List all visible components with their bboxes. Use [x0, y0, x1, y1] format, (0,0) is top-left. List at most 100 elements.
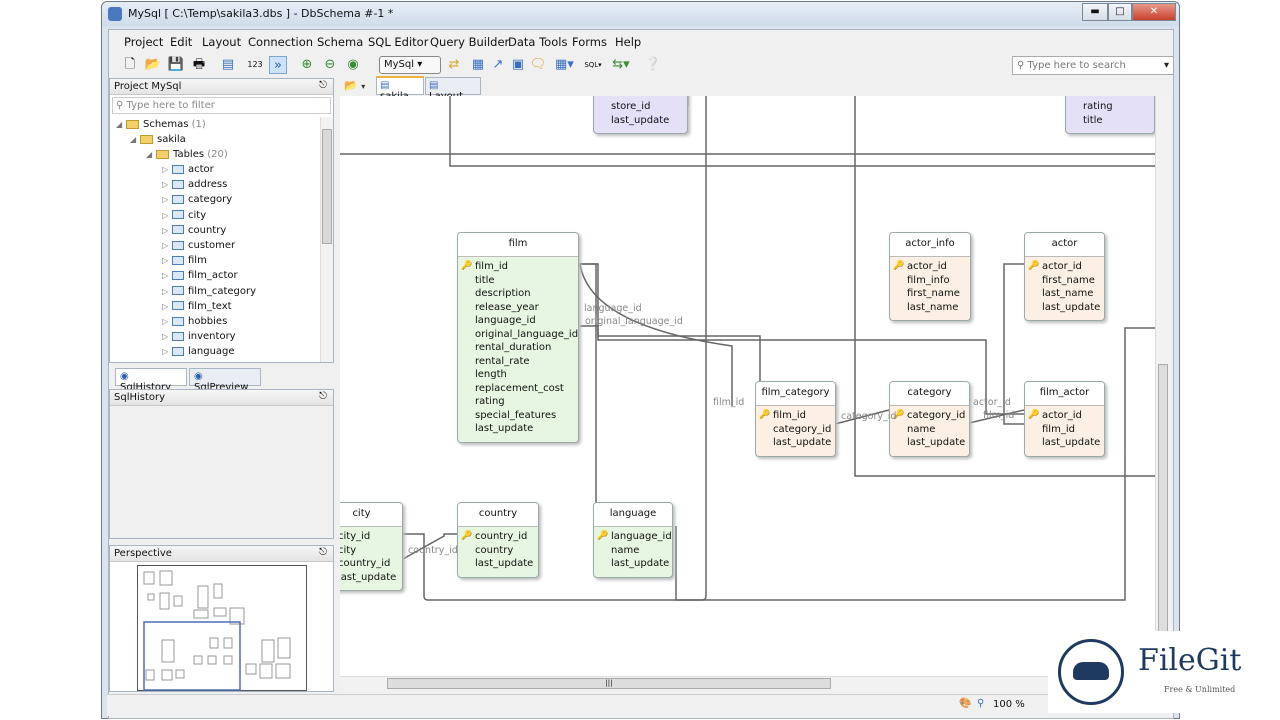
table-column[interactable]: country_id	[340, 557, 402, 571]
tree-schema-sakila[interactable]: ◢ sakila	[130, 132, 186, 147]
table-column[interactable]: rental_duration	[458, 341, 578, 355]
table-column[interactable]: title	[1066, 114, 1154, 128]
table-column[interactable]: 🔑 film_id	[756, 409, 835, 423]
pin-icon[interactable]: ⎋	[319, 547, 327, 558]
table-column[interactable]: original_language_id	[458, 328, 578, 342]
menu-forms[interactable]: Forms	[572, 35, 607, 49]
table-category[interactable]: category 🔑 category_id name last_update	[889, 381, 970, 457]
table-column[interactable]: last_update	[458, 422, 578, 436]
menu-edit[interactable]: Edit	[170, 35, 192, 49]
pin-icon[interactable]: ⎋	[319, 80, 327, 91]
table-column[interactable]: city	[340, 544, 402, 558]
open-folder-icon[interactable]: 📂	[144, 56, 162, 74]
filter-input[interactable]: ⚲ Type here to filter	[112, 97, 331, 114]
menu-layout[interactable]: Layout	[202, 35, 241, 49]
menu-help[interactable]: Help	[615, 35, 641, 49]
menu-query-builder[interactable]: Query Builder	[430, 35, 509, 49]
tree-tables[interactable]: ◢ Tables (20)	[146, 147, 228, 162]
menu-schema[interactable]: Schema	[317, 35, 363, 49]
table-column[interactable]: language_id	[458, 314, 578, 328]
new-file-icon[interactable]: 🗋	[121, 56, 139, 74]
table-top2[interactable]: rating title	[1065, 96, 1155, 134]
diagram-canvas[interactable]: store_id last_update rating title film 🔑 film_…	[340, 96, 1155, 676]
table-column[interactable]: replacement_cost	[458, 382, 578, 396]
table-column[interactable]: first_name	[890, 287, 970, 301]
table-column[interactable]: film_info	[890, 274, 970, 288]
tab-layout[interactable]: ▤ Layout_	[425, 77, 481, 102]
tree-item-actor[interactable]: ▷ actor	[162, 162, 214, 177]
table-column[interactable]: last_update	[594, 114, 687, 128]
tree-item-customer[interactable]: ▷ customer	[162, 238, 235, 253]
table-column[interactable]: last_update	[340, 571, 402, 585]
table-column[interactable]: 🔑 language_id	[594, 530, 672, 544]
perspective-minimap[interactable]	[137, 565, 307, 691]
table-column[interactable]: 🔑 actor_id	[1025, 409, 1104, 423]
table-column[interactable]: 🔑city_id	[340, 530, 402, 544]
comment-icon[interactable]: 🗨	[529, 56, 547, 74]
table-column[interactable]: film_id	[1025, 423, 1104, 437]
layout-icon[interactable]: ▤	[219, 56, 237, 74]
folder-icon[interactable]: 📂 ▾	[344, 79, 365, 92]
table-column[interactable]: store_id	[594, 100, 687, 114]
table-column[interactable]: length	[458, 368, 578, 382]
tree-item-film_actor[interactable]: ▷ film_actor	[162, 268, 238, 283]
table-column[interactable]: rating	[458, 395, 578, 409]
search-input[interactable]: ⚲ Type here to search ▾	[1012, 56, 1174, 75]
table-column[interactable]: 🔑 actor_id	[1025, 260, 1104, 274]
table-column[interactable]: title	[458, 274, 578, 288]
table-city[interactable]: city🔑city_idcitycountry_idlast_update	[340, 502, 403, 591]
table-film-category[interactable]: film_category 🔑 film_id category_id last_upd…	[755, 381, 836, 457]
table-icon[interactable]: ▦	[469, 56, 487, 74]
tree-scrollbar[interactable]	[320, 117, 333, 362]
table-column[interactable]: last_name	[1025, 287, 1104, 301]
table-column[interactable]: name	[594, 544, 672, 558]
palette-icon[interactable]: 🎨	[959, 698, 971, 709]
table-column[interactable]: 🔑 film_id	[458, 260, 578, 274]
table-column[interactable]: release_year	[458, 301, 578, 315]
help-icon[interactable]: ❔	[644, 56, 662, 74]
relation-icon[interactable]: ↗	[489, 56, 507, 74]
tree-item-film_text[interactable]: ▷ film_text	[162, 299, 232, 314]
menu-data-tools[interactable]: Data Tools	[508, 35, 567, 49]
table-column[interactable]: name	[890, 423, 969, 437]
tree-item-film[interactable]: ▷ film	[162, 253, 207, 268]
table-column[interactable]: last_update	[756, 436, 835, 450]
table-column[interactable]: 🔑 actor_id	[890, 260, 970, 274]
canvas-horizontal-scrollbar[interactable]: |||	[340, 676, 1155, 690]
table-column[interactable]: last_update	[594, 557, 672, 571]
data-editor-icon[interactable]: ▦▾	[555, 56, 574, 74]
maximize-button[interactable]: □	[1108, 3, 1132, 21]
zoom-out-icon[interactable]: ⊖	[321, 56, 339, 74]
menu-connection[interactable]: Connection	[248, 35, 313, 49]
table-country[interactable]: country 🔑 country_id country last_update	[457, 502, 539, 578]
table-column[interactable]: rental_rate	[458, 355, 578, 369]
tree-item-hobbies[interactable]: ▷ hobbies	[162, 314, 227, 329]
table-column[interactable]: category_id	[756, 423, 835, 437]
table-column[interactable]: last_update	[1025, 301, 1104, 315]
database-select[interactable]: MySql ▾	[379, 56, 441, 74]
table-column[interactable]: last_update	[458, 557, 538, 571]
tab-sakila[interactable]: ▤ sakila	[376, 76, 424, 102]
table-actor[interactable]: actor 🔑 actor_id first_name last_name last_up…	[1024, 232, 1105, 321]
tree-item-category[interactable]: ▷ category	[162, 192, 232, 207]
table-actor-info[interactable]: actor_info 🔑 actor_id film_info first_name la…	[889, 232, 971, 321]
tab-sqlpreview[interactable]: ◉ SqlPreview	[189, 368, 261, 393]
tree-item-city[interactable]: ▷ city	[162, 208, 206, 223]
minimize-button[interactable]: ▬	[1082, 3, 1108, 21]
table-language[interactable]: language 🔑 language_id name last_update	[593, 502, 673, 578]
table-column[interactable]: first_name	[1025, 274, 1104, 288]
table-column[interactable]: country	[458, 544, 538, 558]
table-column[interactable]: 🔑 country_id	[458, 530, 538, 544]
table-film[interactable]: film 🔑 film_id title description release_year…	[457, 232, 579, 443]
sync-icon[interactable]: ⇄	[445, 56, 463, 74]
table-column[interactable]: rating	[1066, 100, 1154, 114]
tree-item-language[interactable]: ▷ language	[162, 344, 235, 359]
tab-sqlhistory[interactable]: ◉ SqlHistory	[115, 368, 187, 393]
tree-item-country[interactable]: ▷ country	[162, 223, 226, 238]
print-icon[interactable]: 🖶	[190, 56, 208, 74]
numbering-icon[interactable]: 123	[246, 56, 264, 74]
table-column[interactable]: last_update	[890, 436, 969, 450]
tree-item-inventory[interactable]: ▷ inventory	[162, 329, 236, 344]
tree-item-address[interactable]: ▷ address	[162, 177, 227, 192]
canvas-vertical-scrollbar[interactable]	[1155, 96, 1170, 690]
